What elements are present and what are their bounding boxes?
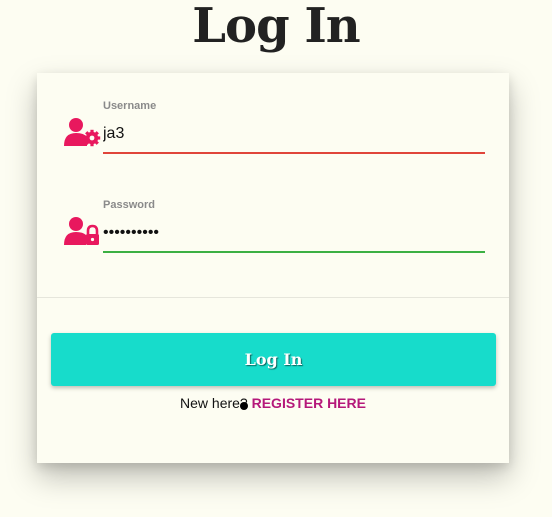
- username-label: Username: [103, 100, 157, 112]
- register-prompt-row: New here? REGISTER HERE: [37, 395, 509, 411]
- password-label: Password: [103, 199, 155, 211]
- username-field[interactable]: [103, 121, 485, 147]
- user-gear-icon: [64, 117, 102, 149]
- user-lock-icon: [64, 216, 102, 248]
- divider: [37, 297, 509, 298]
- password-field[interactable]: [103, 220, 485, 246]
- login-button[interactable]: Log In: [51, 333, 496, 386]
- username-underline: [103, 152, 485, 154]
- page-title: Log In: [192, 0, 360, 54]
- mouse-cursor: [240, 402, 248, 410]
- password-underline: [103, 251, 485, 253]
- register-link[interactable]: REGISTER HERE: [252, 395, 366, 411]
- login-card: Username Password Log In New here? REGIS…: [37, 73, 509, 463]
- register-prompt: New here?: [180, 395, 248, 411]
